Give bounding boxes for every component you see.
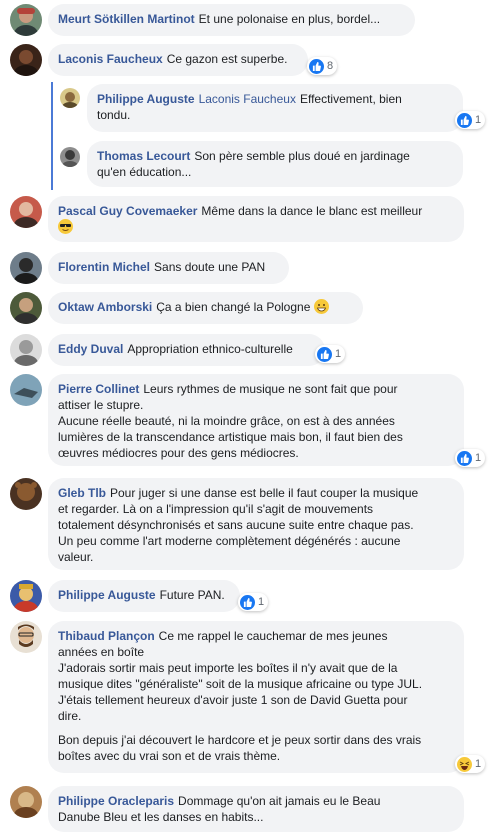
avatar[interactable] [10, 292, 42, 324]
avatar[interactable] [10, 334, 42, 366]
reaction-count[interactable]: 1 [455, 111, 486, 129]
comment-bubble: Eddy Duval Appropriation ethnico-culturel… [48, 334, 325, 366]
avatar[interactable] [60, 147, 80, 167]
comment-bubble: Pascal Guy Covemaeker Même dans la dance … [48, 196, 464, 242]
comment-text: Ce gazon est superbe. [166, 52, 288, 66]
reply-thread-line [51, 82, 53, 190]
comment-author[interactable]: Philippe Auguste [58, 588, 156, 602]
comment-author[interactable]: Philippe Auguste [97, 92, 195, 106]
comment-author[interactable]: Laconis Faucheux [58, 52, 163, 66]
reaction-count[interactable]: 1 [455, 755, 486, 773]
reaction-number: 1 [258, 596, 265, 608]
reaction-count[interactable]: 8 [307, 57, 338, 75]
sunglasses-emoji-icon [58, 219, 73, 234]
like-icon [240, 594, 255, 610]
comment-text: Sans doute une PAN [154, 260, 266, 274]
like-icon [317, 346, 332, 362]
comment-text: Même dans la dance le blanc est meilleur [201, 204, 423, 218]
comment-text: Ça a bien changé la Pologne [156, 300, 311, 314]
comment-text-paragraph-2: Bon depuis j'ai découvert le hardcore et… [58, 733, 422, 763]
grin-emoji-icon [313, 299, 329, 314]
avatar[interactable] [10, 4, 42, 36]
comment-author[interactable]: Eddy Duval [58, 342, 123, 356]
avatar[interactable] [10, 252, 42, 284]
avatar[interactable] [10, 374, 42, 406]
avatar[interactable] [10, 621, 42, 653]
comment-bubble: Meurt Sötkillen Martinot Et une polonaise… [48, 4, 415, 36]
comment-author[interactable]: Philippe Oracleparis [58, 794, 174, 808]
avatar[interactable] [60, 88, 80, 108]
reaction-number: 1 [475, 758, 482, 770]
comment-text: Pour juger si une danse est belle il fau… [58, 486, 419, 564]
comment-author[interactable]: Oktaw Amborski [58, 300, 152, 314]
avatar[interactable] [10, 44, 42, 76]
comment-bubble: Philippe Auguste Future PAN. [48, 580, 240, 612]
comment-bubble: Pierre Collinet Leurs rythmes de musique … [48, 374, 464, 466]
comment-author[interactable]: Gleb Tlb [58, 486, 106, 500]
reaction-count[interactable]: 1 [315, 345, 346, 363]
comment-author[interactable]: Thibaud Plançon [58, 629, 155, 643]
comment-text: Ce me rappel le cauchemar de mes jeunes … [58, 629, 423, 723]
reaction-number: 1 [475, 114, 482, 126]
comment-text: Appropriation ethnico-culturelle [127, 342, 293, 356]
comment-author[interactable]: Pascal Guy Covemaeker [58, 204, 197, 218]
comment-text: Et une polonaise en plus, bordel... [198, 12, 381, 26]
reaction-count[interactable]: 1 [238, 593, 269, 611]
comment-bubble: Florentin Michel Sans doute une PAN [48, 252, 289, 284]
comment-author[interactable]: Thomas Lecourt [97, 149, 190, 163]
mentioned-user[interactable]: Laconis Faucheux [199, 92, 296, 106]
reaction-number: 8 [327, 60, 334, 72]
comment-author[interactable]: Pierre Collinet [58, 382, 139, 396]
comment-bubble: Philippe Oracleparis Dommage qu'on ait ja… [48, 786, 464, 832]
reaction-number: 1 [335, 348, 342, 360]
comment-bubble: Thibaud Plançon Ce me rappel le cauchemar… [48, 621, 464, 773]
comment-author[interactable]: Florentin Michel [58, 260, 150, 274]
comment-text: Future PAN. [159, 588, 225, 602]
comment-author[interactable]: Meurt Sötkillen Martinot [58, 12, 195, 26]
reaction-count[interactable]: 1 [455, 449, 486, 467]
avatar[interactable] [10, 580, 42, 612]
like-icon [457, 112, 472, 128]
like-icon [309, 58, 324, 74]
like-icon [457, 450, 472, 466]
comment-bubble: Laconis Faucheux Ce gazon est superbe. [48, 44, 308, 76]
avatar[interactable] [10, 196, 42, 228]
avatar[interactable] [10, 478, 42, 510]
reply-bubble: Philippe Auguste Laconis Faucheux Effectiv… [87, 84, 463, 132]
reaction-number: 1 [475, 452, 482, 464]
avatar[interactable] [10, 786, 42, 818]
reply-bubble: Thomas Lecourt Son père semble plus doué … [87, 141, 463, 187]
comment-bubble: Gleb Tlb Pour juger si une danse est bell… [48, 478, 464, 570]
comment-bubble: Oktaw Amborski Ça a bien changé la Pologn… [48, 292, 363, 324]
haha-emoji-icon [457, 756, 472, 772]
